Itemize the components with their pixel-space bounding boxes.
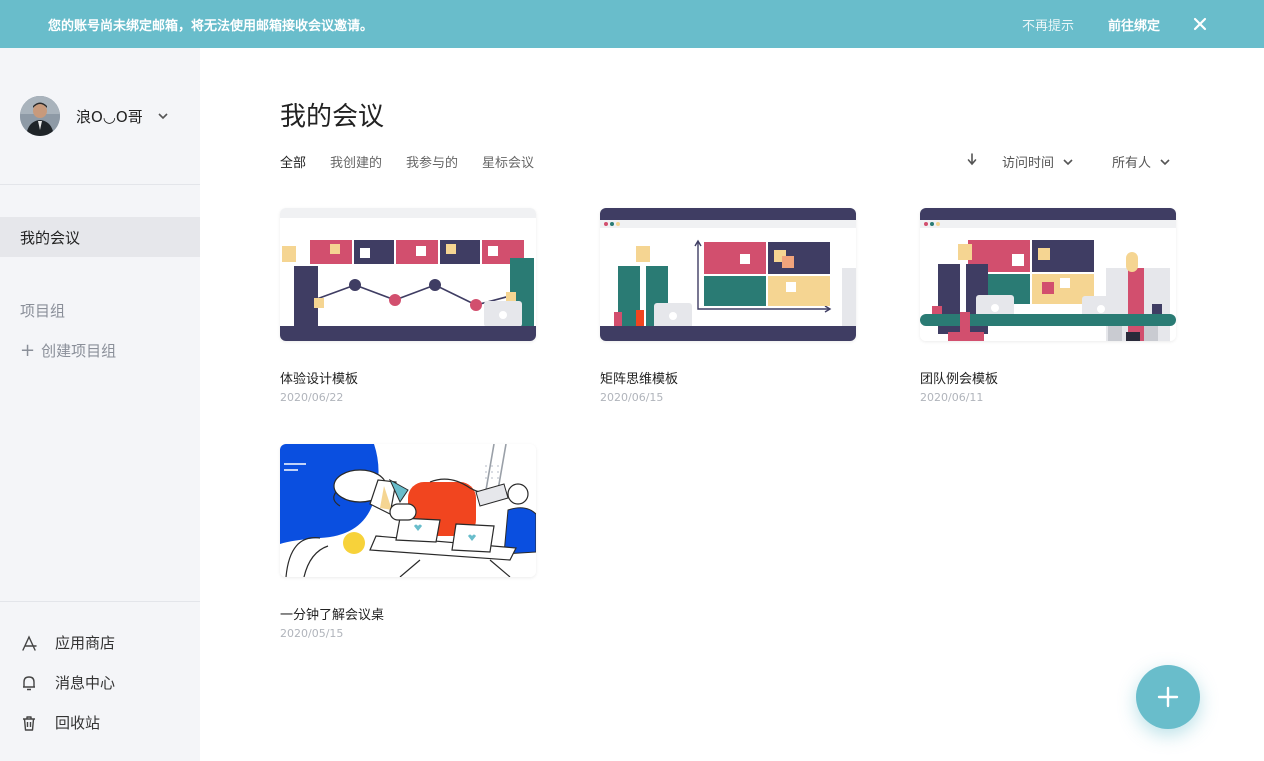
banner-message: 您的账号尚未绑定邮箱，将无法使用邮箱接收会议邀请。 [48, 18, 374, 34]
owner-label: 所有人 [1112, 156, 1152, 171]
chevron-down-icon [1063, 158, 1073, 165]
card-date: 2020/05/15 [280, 627, 344, 640]
meeting-desk-illustration [280, 444, 536, 577]
team-meeting-illustration [920, 208, 1176, 341]
avatar [20, 96, 60, 136]
sort-dropdown[interactable]: 访问时间 [1002, 152, 1074, 171]
sidebar-item-my-meetings[interactable]: 我的会议 [0, 217, 200, 257]
chevron-down-icon [158, 113, 168, 120]
sidebar-item-app-store[interactable]: 应用商店 [20, 632, 115, 653]
card-thumbnail [280, 444, 536, 577]
card-title: 团队例会模板 [920, 372, 999, 387]
user-name: 浪O◡O哥 [76, 107, 143, 126]
sidebar: 浪O◡O哥 我的会议 项目组 + 创建项目组 应用商店 消息中心 回收站 [0, 48, 200, 761]
project-group-title: 项目组 [20, 302, 66, 320]
page-title: 我的会议 [280, 102, 385, 132]
bind-email-link[interactable]: 前往绑定 [1108, 15, 1160, 34]
card-title: 一分钟了解会议桌 [280, 608, 385, 623]
owner-dropdown[interactable]: 所有人 [1112, 152, 1171, 171]
matrix-template-illustration [600, 208, 856, 341]
create-group-button[interactable]: + 创建项目组 [20, 340, 116, 361]
tab-all[interactable]: 全部 [280, 152, 306, 171]
ux-template-illustration [280, 208, 536, 341]
trash-label: 回收站 [55, 714, 101, 732]
meeting-card[interactable]: 体验设计模板 2020/06/22 [280, 208, 536, 404]
card-date: 2020/06/22 [280, 391, 344, 404]
app-store-label: 应用商店 [55, 634, 116, 652]
filter-tabs: 全部 我创建的 我参与的 星标会议 [280, 152, 558, 171]
create-meeting-button[interactable] [1136, 665, 1200, 729]
card-thumbnail [600, 208, 856, 341]
tab-created[interactable]: 我创建的 [330, 152, 382, 171]
messages-label: 消息中心 [55, 674, 116, 692]
chevron-down-icon [1160, 158, 1170, 165]
notification-banner: 您的账号尚未绑定邮箱，将无法使用邮箱接收会议邀请。 不再提示 前往绑定 [0, 0, 1264, 48]
card-date: 2020/06/11 [920, 391, 984, 404]
plus-icon: + [20, 339, 36, 361]
trash-icon [23, 715, 35, 731]
card-thumbnail [280, 208, 536, 341]
tab-joined[interactable]: 我参与的 [406, 152, 458, 171]
tab-starred[interactable]: 星标会议 [482, 152, 534, 171]
sidebar-item-trash[interactable]: 回收站 [20, 712, 100, 733]
app-store-icon [22, 634, 37, 651]
divider [0, 184, 200, 185]
close-icon[interactable] [1192, 16, 1208, 32]
meeting-card[interactable]: 团队例会模板 2020/06/11 [920, 208, 1176, 404]
create-group-label: 创建项目组 [41, 342, 117, 360]
sort-label: 访问时间 [1002, 156, 1055, 171]
bell-icon [23, 675, 35, 690]
card-title: 体验设计模板 [280, 372, 359, 387]
meeting-card[interactable]: 矩阵思维模板 2020/06/15 [600, 208, 856, 404]
user-menu[interactable]: 浪O◡O哥 [20, 96, 169, 136]
card-date: 2020/06/15 [600, 391, 664, 404]
sidebar-item-messages[interactable]: 消息中心 [20, 672, 115, 693]
divider [0, 601, 200, 602]
meeting-card[interactable]: 一分钟了解会议桌 2020/05/15 [280, 444, 536, 640]
card-title: 矩阵思维模板 [600, 372, 679, 387]
dismiss-link[interactable]: 不再提示 [1022, 15, 1074, 34]
plus-icon [1157, 686, 1179, 708]
card-thumbnail [920, 208, 1176, 341]
sort-down-icon[interactable] [966, 152, 978, 166]
